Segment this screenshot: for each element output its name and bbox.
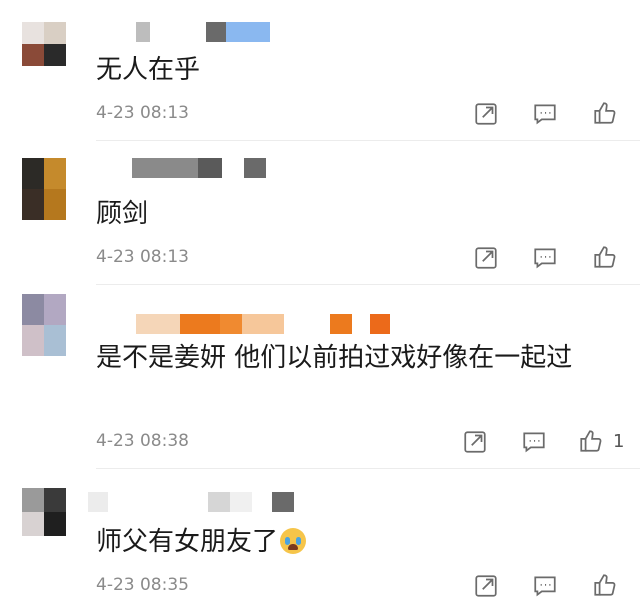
thumbs-up-icon[interactable] [592, 100, 620, 128]
username-pixelated[interactable] [96, 158, 266, 178]
comment-text: 是不是姜妍 他们以前拍过戏好像在一起过 [96, 343, 573, 373]
divider [96, 140, 640, 141]
like-count: 1 [613, 431, 625, 452]
share-icon[interactable] [473, 573, 501, 601]
share-icon[interactable] [473, 101, 501, 129]
crying-face-emoji [280, 528, 307, 554]
comment-timestamp: 4-23 08:13 [96, 247, 189, 267]
comment-text: 师父有女朋友了 [96, 522, 626, 562]
comment-icon[interactable] [532, 573, 560, 601]
divider [96, 468, 640, 469]
thumbs-up-icon[interactable] [592, 572, 620, 600]
comment-icon[interactable] [532, 101, 560, 129]
thumbs-up-icon[interactable] [578, 428, 606, 456]
username-pixelated[interactable] [96, 22, 270, 42]
avatar[interactable] [22, 294, 66, 356]
comment-icon[interactable] [532, 245, 560, 273]
avatar[interactable] [22, 158, 66, 220]
share-icon[interactable] [462, 429, 490, 457]
username-pixelated[interactable] [96, 314, 390, 334]
comment-text-content: 师父有女朋友了 [96, 527, 279, 557]
comment-text: 顾剑 [96, 199, 149, 229]
comment-text: 无人在乎 [96, 55, 201, 85]
share-icon[interactable] [473, 245, 501, 273]
avatar[interactable] [22, 488, 66, 536]
comment-timestamp: 4-23 08:35 [96, 575, 189, 595]
comment-icon[interactable] [521, 429, 549, 457]
comment-timestamp: 4-23 08:13 [96, 103, 189, 123]
avatar[interactable] [22, 22, 66, 66]
comment-timestamp: 4-23 08:38 [96, 431, 189, 451]
thumbs-up-icon[interactable] [592, 244, 620, 272]
divider [96, 284, 640, 285]
username-pixelated[interactable] [88, 492, 294, 512]
